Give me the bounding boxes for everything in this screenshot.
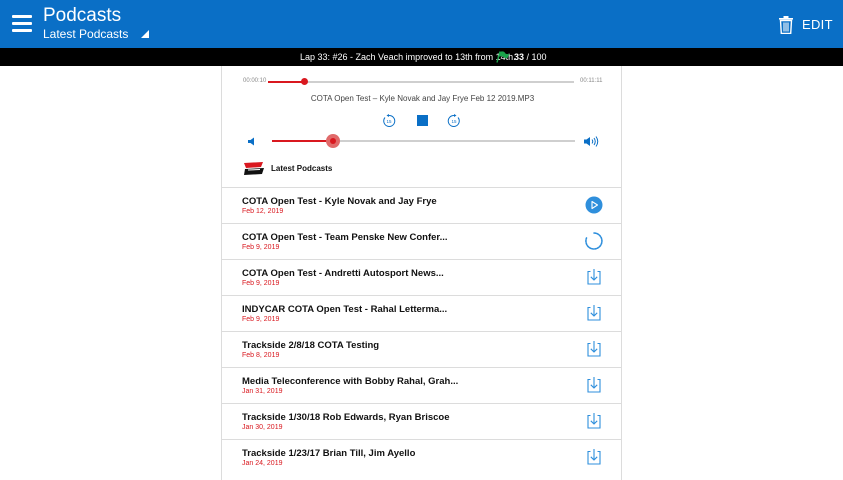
podcast-title: COTA Open Test - Andretti Autosport News… [242, 268, 444, 279]
loading-spinner-icon[interactable] [585, 232, 603, 250]
indycar-logo [243, 161, 265, 176]
podcast-title: COTA Open Test - Kyle Novak and Jay Frye [242, 196, 437, 207]
dropdown-caret-icon[interactable] [141, 30, 149, 38]
podcast-title: INDYCAR COTA Open Test - Rahal Letterma.… [242, 304, 448, 315]
podcast-title: Trackside 2/8/18 COTA Testing [242, 340, 380, 351]
podcast-row[interactable]: Trackside 2/8/18 COTA Testing Feb 8, 2019 [222, 331, 621, 367]
app-bar: Podcasts Latest Podcasts EDIT [0, 0, 843, 48]
podcast-date: Jan 30, 2019 [242, 424, 283, 431]
podcast-row[interactable]: Media Teleconference with Bobby Rahal, G… [222, 367, 621, 403]
edit-button[interactable]: EDIT [802, 17, 833, 32]
progress-handle[interactable] [301, 78, 309, 85]
now-playing-title: COTA Open Test – Kyle Novak and Jay Frye… [310, 94, 535, 103]
green-flag-icon [496, 51, 510, 63]
podcast-title: Trackside 1/30/18 Rob Edwards, Ryan Bris… [242, 412, 450, 423]
race-ticker[interactable]: Lap 33: #26 - Zach Veach improved to 13t… [0, 48, 843, 66]
podcast-row[interactable]: COTA Open Test - Team Penske New Confer.… [222, 223, 621, 259]
total-time: 00:11:11 [580, 78, 603, 84]
podcast-row[interactable]: COTA Open Test - Kyle Novak and Jay Frye… [222, 187, 621, 223]
download-icon[interactable] [585, 304, 603, 322]
podcast-row[interactable]: Trackside 1/30/18 Rob Edwards, Ryan Bris… [222, 403, 621, 439]
stop-icon[interactable] [417, 115, 428, 126]
podcast-date: Feb 9, 2019 [242, 244, 280, 251]
podcast-row[interactable]: Trackside 1/23/17 Brian Till, Jim Ayello… [222, 439, 621, 475]
lap-counter: 33 / 100 [514, 48, 547, 66]
volume-slider[interactable] [272, 134, 575, 148]
podcast-date: Jan 31, 2019 [242, 388, 283, 395]
download-icon[interactable] [585, 340, 603, 358]
play-icon[interactable] [585, 196, 603, 214]
download-icon[interactable] [585, 268, 603, 286]
podcast-date: Feb 9, 2019 [242, 280, 280, 287]
download-icon[interactable] [585, 448, 603, 466]
podcast-category-dropdown[interactable]: Latest Podcasts [43, 27, 128, 41]
menu-icon[interactable] [12, 15, 32, 32]
podcast-date: Jan 24, 2019 [242, 460, 283, 467]
elapsed-time: 00:00:10 [243, 78, 267, 84]
svg-text:15: 15 [451, 119, 457, 124]
podcast-list: COTA Open Test - Kyle Novak and Jay Frye… [222, 187, 621, 475]
podcast-title: Trackside 1/23/17 Brian Till, Jim Ayello [242, 448, 416, 459]
download-icon[interactable] [585, 376, 603, 394]
forward-15-icon[interactable]: 15 [447, 114, 461, 128]
podcast-date: Feb 8, 2019 [242, 352, 280, 359]
podcast-title: COTA Open Test - Team Penske New Confer.… [242, 232, 448, 243]
section-heading: Latest Podcasts [271, 164, 333, 173]
page-title: Podcasts [43, 5, 122, 26]
ticker-message: Lap 33: #26 - Zach Veach improved to 13t… [300, 52, 516, 62]
podcast-row[interactable]: COTA Open Test - Andretti Autosport News… [222, 259, 621, 295]
trash-icon[interactable] [778, 16, 794, 34]
progress-fill [268, 81, 305, 83]
playback-progress-slider[interactable] [268, 78, 574, 85]
podcast-row[interactable]: INDYCAR COTA Open Test - Rahal Letterma.… [222, 295, 621, 331]
lap-current: 33 [514, 52, 525, 62]
volume-low-icon[interactable] [248, 137, 256, 146]
download-icon[interactable] [585, 412, 603, 430]
volume-high-icon[interactable] [584, 136, 599, 147]
lap-total: / 100 [524, 52, 547, 62]
podcast-panel: 00:00:10 00:11:11 COTA Open Test – Kyle … [221, 66, 622, 480]
podcast-date: Feb 12, 2019 [242, 208, 284, 215]
volume-fill [272, 140, 333, 142]
volume-handle[interactable] [325, 134, 340, 148]
podcast-date: Feb 9, 2019 [242, 316, 280, 323]
svg-text:15: 15 [386, 119, 392, 124]
podcast-title: Media Teleconference with Bobby Rahal, G… [242, 376, 459, 387]
rewind-15-icon[interactable]: 15 [382, 114, 396, 128]
